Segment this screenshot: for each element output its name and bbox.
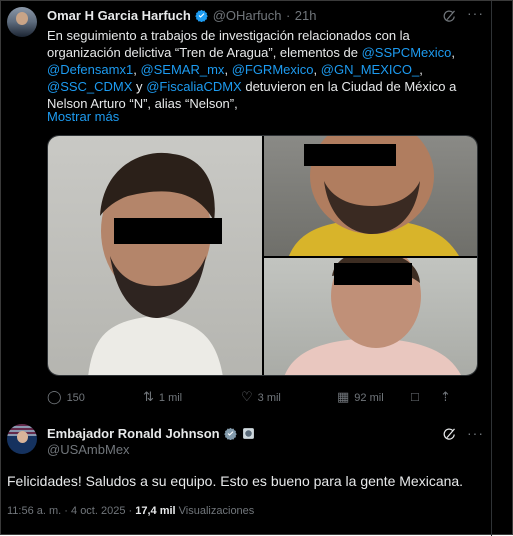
show-more-link[interactable]: Mostrar más [47,109,119,124]
share-icon[interactable]: ⇡ [440,389,456,405]
views-label: Visualizaciones [178,505,255,517]
post-header: Omar H Garcia Harfuch @OHarfuch · 21h [47,7,316,25]
post-time[interactable]: 21h [295,8,317,23]
author-handle[interactable]: @OHarfuch [213,8,282,23]
mention-link[interactable]: @SSPCMexico [362,45,452,60]
media-grid[interactable] [47,135,478,376]
author-name[interactable]: Omar H Garcia Harfuch [47,8,191,23]
mention-link[interactable]: @Defensamx1 [47,62,133,77]
reply-icon: ◯ [47,389,62,404]
mention-link[interactable]: @SSC_CDMX [47,79,132,94]
post-meta: 11:56 a. m. · 4 oct. 2025 · 17,4 mil Vis… [7,505,254,517]
post-actions: ◯ 150 ⇅ 1 mil ♡ 3 mil ▦ 92 mil □ ⇡ [47,389,477,405]
separator: · [128,505,133,517]
mention-link[interactable]: @FiscaliaCDMX [146,79,242,94]
post-text-part: En seguimiento a trabajos de investigaci… [47,28,410,60]
repost-icon: ⇅ [143,389,154,404]
conjunction: y [132,79,143,94]
censor-bar [334,263,412,285]
more-icon[interactable]: ··· [467,425,484,441]
comma: , [133,62,137,77]
views-count: 92 mil [354,392,384,404]
comma: , [224,62,229,77]
censor-bar [304,144,396,166]
separator: · [285,8,291,23]
avatar[interactable] [7,7,37,37]
avatar[interactable] [7,424,37,454]
photo-3[interactable] [264,258,477,375]
post-time[interactable]: 11:56 a. m. [7,505,61,517]
author-handle[interactable]: @USAmbMex [47,442,130,457]
censor-bar [114,218,222,244]
like-button[interactable]: ♡ 3 mil [241,389,281,405]
mention-link[interactable]: @GN_MEXICO_ [321,62,419,77]
column-divider [491,1,492,536]
like-icon: ♡ [241,389,253,404]
views-icon: ▦ [337,389,350,404]
repost-button[interactable]: ⇅ 1 mil [143,389,182,405]
author-name[interactable]: Embajador Ronald Johnson [47,426,220,441]
post-date[interactable]: 4 oct. 2025 [71,505,125,517]
photo-2[interactable] [264,136,477,256]
grok-icon[interactable] [442,427,457,442]
comma: , [419,62,423,77]
photo-1[interactable] [48,136,262,375]
grok-icon[interactable] [442,9,457,24]
mention-link[interactable]: @SEMAR_mx [140,62,224,77]
comma: , [313,62,318,77]
bookmark-icon[interactable]: □ [411,389,424,404]
more-icon[interactable]: ··· [467,5,484,21]
verified-badge-icon [195,9,209,22]
separator: · [64,505,68,517]
timeline-frame: Omar H Garcia Harfuch @OHarfuch · 21h ··… [0,0,513,536]
views-button[interactable]: ▦ 92 mil [337,389,384,405]
reply-text: Felicidades! Saludos a su equipo. Esto e… [7,473,464,489]
photo-1-figure [88,152,223,375]
reply-count: 150 [66,392,85,404]
reply-button[interactable]: ◯ 150 [47,389,85,405]
post-text: En seguimiento a trabajos de investigaci… [47,27,487,112]
main-post[interactable]: Omar H Garcia Harfuch @OHarfuch · 21h ··… [1,1,491,406]
repost-count: 1 mil [158,392,183,404]
views-count: 17,4 mil [135,505,176,517]
reply-header: Embajador Ronald Johnson [47,425,255,443]
like-count: 3 mil [257,392,281,404]
mention-link[interactable]: @FGRMexico [232,62,314,77]
comma: , [451,45,455,60]
verified-badge-icon [224,427,237,440]
government-badge-icon [242,428,254,439]
